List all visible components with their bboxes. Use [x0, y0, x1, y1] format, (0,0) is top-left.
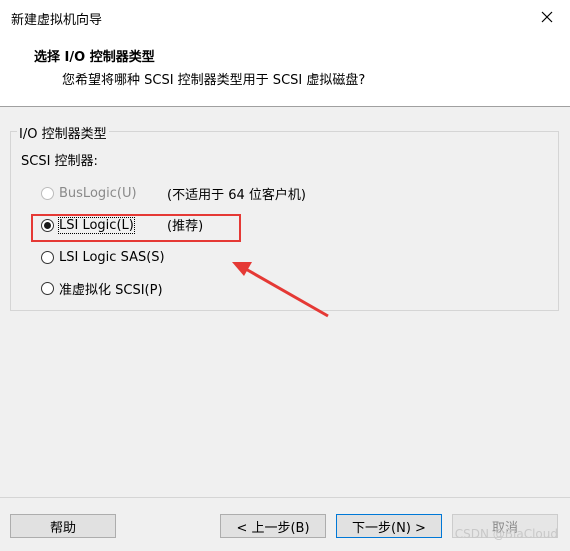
radio-lsi-logic-sas-label: LSI Logic SAS(S)	[59, 249, 165, 265]
footer-divider	[0, 497, 570, 498]
radio-pvscsi[interactable]: 准虚拟化 SCSI(P)	[41, 277, 163, 299]
radio-buslogic-label: BusLogic(U)	[59, 185, 137, 201]
watermark: CSDN @BiaCloud	[454, 527, 558, 541]
radio-lsi-logic-indicator[interactable]	[41, 218, 54, 232]
wizard-header: 选择 I/O 控制器类型 您希望将哪种 SCSI 控制器类型用于 SCSI 虚拟…	[0, 34, 570, 106]
title-bar: 新建虚拟机向导	[0, 0, 570, 34]
back-button[interactable]: < 上一步(B)	[220, 514, 326, 538]
controller-type-group: I/O 控制器类型 SCSI 控制器: BusLogic(U) (不适用于 64…	[10, 123, 559, 311]
wizard-body: I/O 控制器类型 SCSI 控制器: BusLogic(U) (不适用于 64…	[0, 107, 570, 551]
radio-lsi-logic[interactable]: LSI Logic(L)	[41, 214, 135, 236]
radio-buslogic[interactable]: BusLogic(U)	[41, 182, 137, 204]
radio-buslogic-indicator[interactable]	[41, 186, 54, 200]
radio-lsi-logic-sas[interactable]: LSI Logic SAS(S)	[41, 246, 165, 268]
radio-lsi-logic-label: LSI Logic(L)	[58, 216, 135, 234]
close-button[interactable]	[524, 0, 570, 34]
page-title: 选择 I/O 控制器类型	[34, 50, 155, 65]
help-button[interactable]: 帮助	[10, 514, 116, 538]
page-subtitle: 您希望将哪种 SCSI 控制器类型用于 SCSI 虚拟磁盘?	[62, 73, 366, 88]
window-title: 新建虚拟机向导	[11, 13, 103, 28]
next-button[interactable]: 下一步(N) >	[336, 514, 442, 538]
radio-pvscsi-label: 准虚拟化 SCSI(P)	[59, 282, 163, 298]
close-icon	[541, 11, 553, 23]
buslogic-note: (不适用于 64 位客户机)	[167, 188, 306, 203]
scsi-controller-label: SCSI 控制器:	[21, 154, 98, 169]
radio-lsi-logic-sas-indicator[interactable]	[41, 250, 54, 264]
radio-pvscsi-indicator[interactable]	[41, 281, 54, 295]
group-legend: I/O 控制器类型	[17, 123, 109, 142]
lsi-logic-note: (推荐)	[167, 219, 204, 234]
